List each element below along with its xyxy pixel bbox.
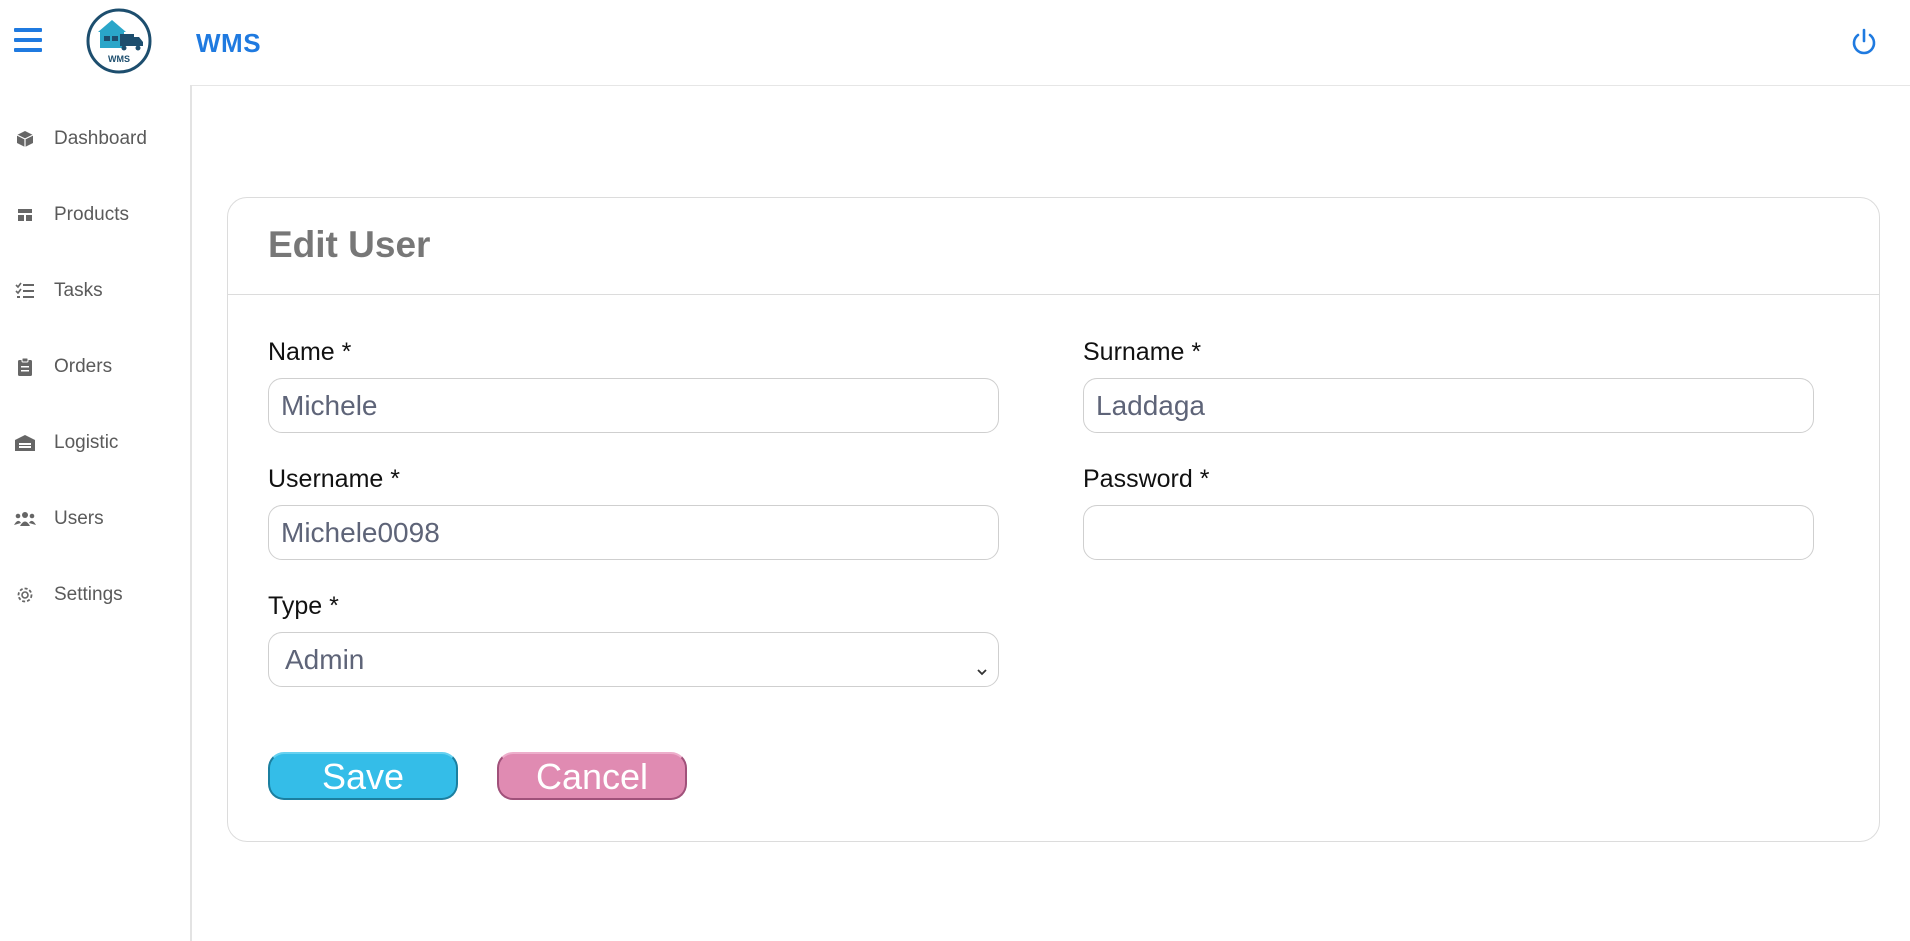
sidebar-item-dashboard[interactable]: Dashboard xyxy=(0,119,188,159)
sidebar-item-label: Settings xyxy=(54,584,123,605)
sidebar-item-label: Products xyxy=(54,204,129,225)
cube-icon xyxy=(14,128,36,150)
warehouse-icon xyxy=(14,432,36,454)
name-field[interactable] xyxy=(268,378,999,433)
sidebar-item-tasks[interactable]: Tasks xyxy=(0,271,188,311)
sidebar: Dashboard Products Tasks Orders Logistic… xyxy=(0,85,192,941)
username-label: Username * xyxy=(268,465,400,493)
surname-label: Surname * xyxy=(1083,338,1202,366)
sidebar-item-label: Dashboard xyxy=(54,128,147,149)
gear-icon xyxy=(14,584,36,606)
sidebar-item-label: Logistic xyxy=(54,432,119,453)
sidebar-item-label: Tasks xyxy=(54,280,103,301)
surname-field[interactable] xyxy=(1083,378,1814,433)
name-label: Name * xyxy=(268,338,352,366)
password-label: Password * xyxy=(1083,465,1210,493)
clipboard-icon xyxy=(14,356,36,378)
users-icon xyxy=(14,508,36,530)
sidebar-item-settings[interactable]: Settings xyxy=(0,575,188,615)
sidebar-item-products[interactable]: Products xyxy=(0,195,188,235)
page-title: Edit User xyxy=(268,224,431,265)
svg-text:WMS: WMS xyxy=(108,54,130,64)
edit-user-card: Edit User Name * Surname * Username * Pa… xyxy=(227,197,1880,842)
card-header: Edit User xyxy=(228,198,1879,295)
checklist-icon xyxy=(14,280,36,302)
power-icon[interactable] xyxy=(1848,26,1880,58)
username-field[interactable] xyxy=(268,505,999,560)
save-button[interactable]: Save xyxy=(268,752,458,800)
sidebar-item-logistic[interactable]: Logistic xyxy=(0,423,188,463)
sidebar-item-label: Users xyxy=(54,508,104,529)
password-field[interactable] xyxy=(1083,505,1814,560)
top-bar: WMS WMS xyxy=(0,0,1910,86)
type-select-value: Admin xyxy=(285,644,365,675)
sidebar-item-users[interactable]: Users xyxy=(0,499,188,539)
cancel-button[interactable]: Cancel xyxy=(497,752,687,800)
app-logo: WMS xyxy=(84,8,154,74)
layout-icon xyxy=(14,204,36,226)
sidebar-item-label: Orders xyxy=(54,356,113,377)
sidebar-item-orders[interactable]: Orders xyxy=(0,347,188,387)
type-label: Type * xyxy=(268,592,339,620)
type-select[interactable]: Admin xyxy=(268,632,999,687)
menu-icon[interactable] xyxy=(14,28,42,54)
chevron-down-icon xyxy=(976,653,988,676)
app-title: WMS xyxy=(196,28,262,58)
